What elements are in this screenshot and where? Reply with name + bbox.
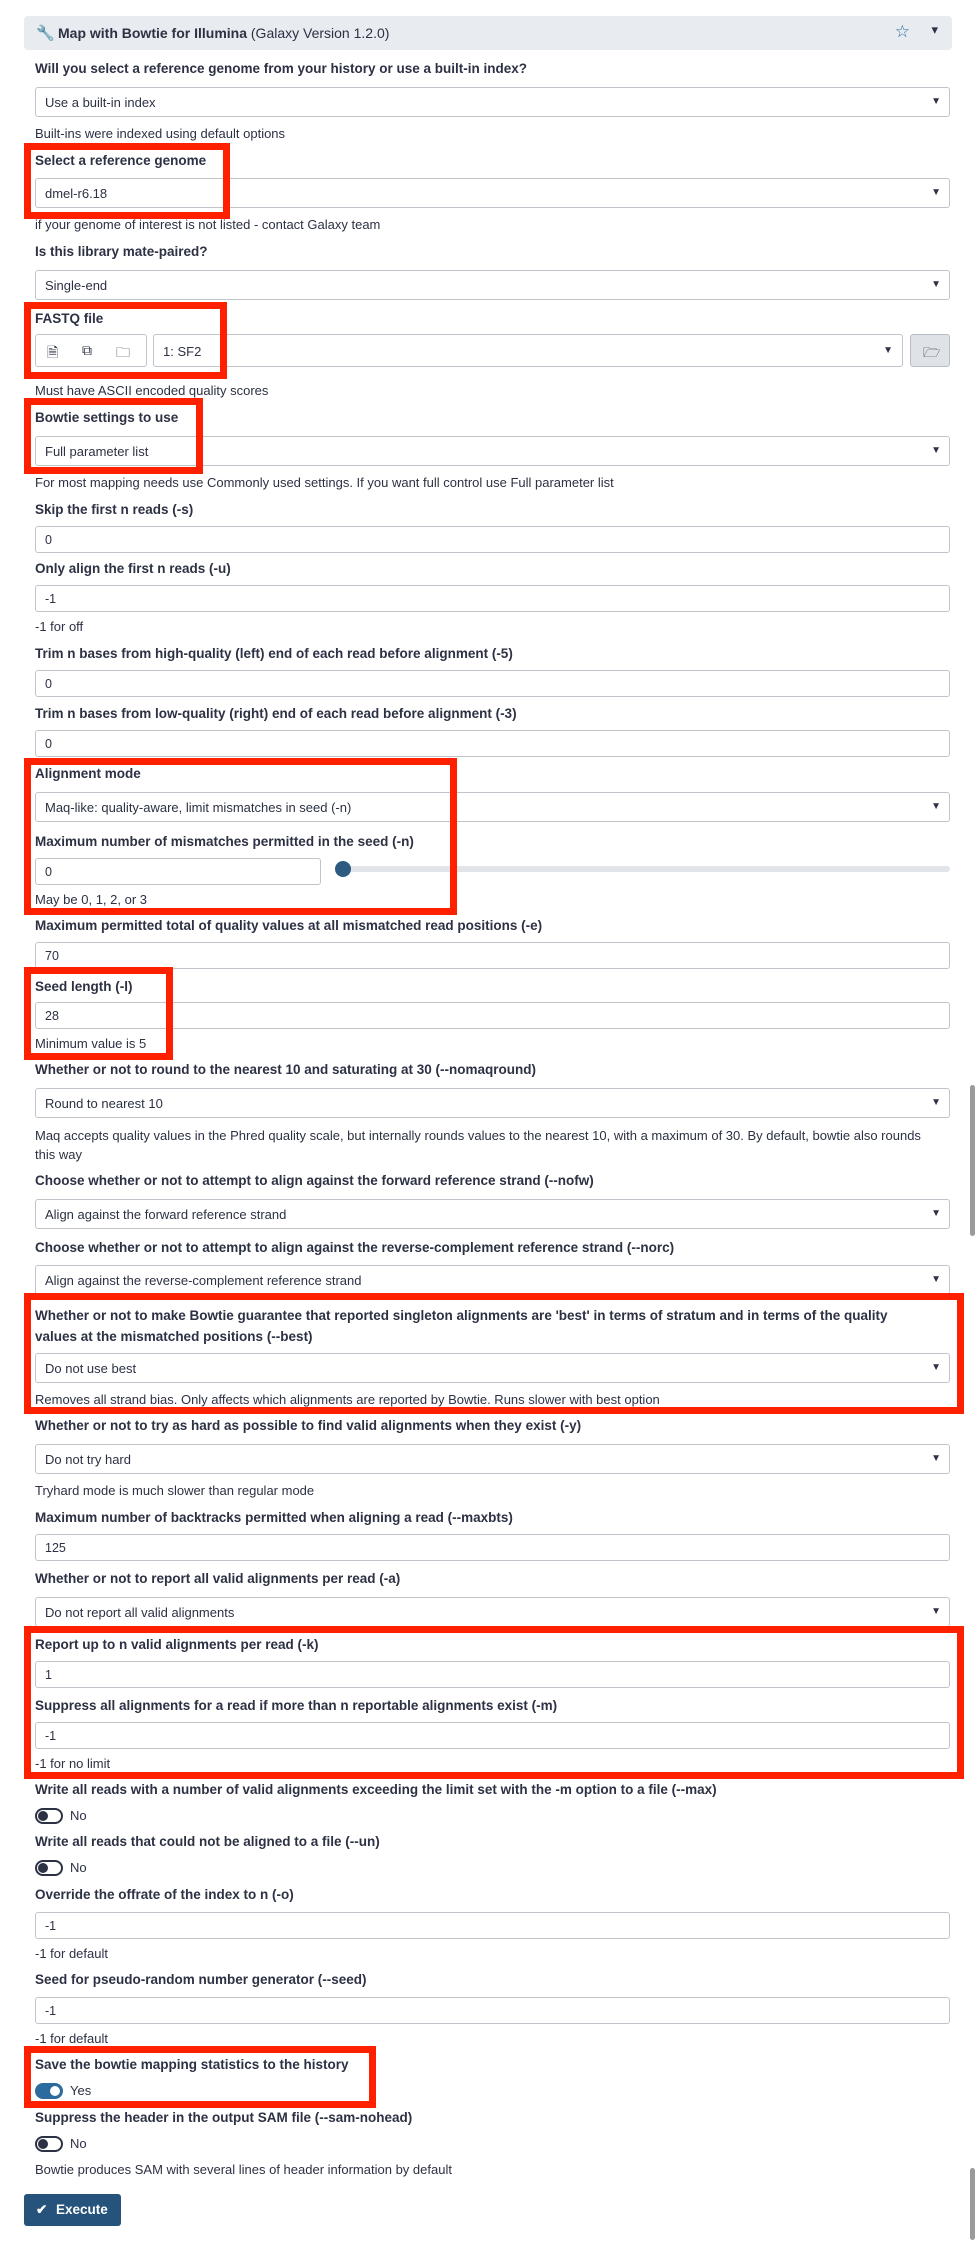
maxbts-label: Maximum number of backtracks permitted w… (35, 1510, 513, 1525)
fastq-help: Must have ASCII encoded quality scores (35, 383, 269, 398)
seed-label: Seed for pseudo-random number generator … (35, 1972, 367, 1987)
skip-label: Skip the first n reads (-s) (35, 502, 194, 517)
align-first-input[interactable]: -1 (35, 585, 950, 612)
nofw-select[interactable]: Align against the forward reference stra… (35, 1199, 950, 1229)
folder-open-icon: 🗁 (923, 344, 941, 360)
mate-paired-label: Is this library mate-paired? (35, 244, 208, 259)
tool-form: 🔧 Map with Bowtie for Illumina (Galaxy V… (0, 0, 976, 2245)
caret-down-icon: ▼ (931, 187, 941, 198)
seed-input[interactable]: -1 (35, 1997, 950, 2024)
execute-button[interactable]: ✔ Execute (24, 2194, 121, 2226)
max-toggle-label: No (70, 1808, 87, 1823)
maxbts-input[interactable]: 125 (35, 1534, 950, 1561)
all-select[interactable]: Do not report all valid alignments ▼ (35, 1597, 950, 1627)
nofw-label: Choose whether or not to attempt to alig… (35, 1173, 594, 1188)
round-select[interactable]: Round to nearest 10 ▼ (35, 1088, 950, 1118)
scrollbar-thumb[interactable] (970, 1085, 975, 1236)
tool-name: Map with Bowtie for Illumina (58, 25, 247, 41)
highlight-box (24, 143, 230, 219)
star-icon[interactable]: ☆ (895, 22, 910, 42)
round-label: Whether or not to round to the nearest 1… (35, 1062, 537, 1077)
tool-header: 🔧 Map with Bowtie for Illumina (Galaxy V… (24, 16, 952, 50)
trim5-input[interactable]: 0 (35, 670, 950, 697)
caret-down-icon: ▼ (931, 279, 941, 290)
align-first-label: Only align the first n reads (-u) (35, 561, 231, 576)
fastq-select[interactable]: 1: SF2 ▼ (153, 334, 903, 367)
highlight-box (24, 302, 227, 379)
trim5-label: Trim n bases from high-quality (left) en… (35, 646, 513, 661)
max-quality-input[interactable]: 70 (35, 942, 950, 969)
nohead-toggle[interactable] (35, 2136, 63, 2152)
wrench-icon: 🔧 (36, 25, 55, 42)
caret-down-icon[interactable]: ▾ (931, 22, 938, 38)
caret-down-icon: ▼ (931, 1453, 941, 1464)
ref-source-label: Will you select a reference genome from … (35, 61, 527, 76)
scrollbar-thumb[interactable] (970, 2168, 975, 2240)
highlight-box (24, 967, 173, 1060)
tryhard-help: Tryhard mode is much slower than regular… (35, 1483, 315, 1498)
caret-down-icon: ▼ (931, 96, 941, 107)
highlight-box (24, 398, 203, 474)
nohead-toggle-label: No (70, 2136, 87, 2151)
seed-help: -1 for default (35, 2031, 108, 2046)
highlight-box (24, 1293, 964, 1414)
mate-paired-select[interactable]: Single-end ▼ (35, 270, 950, 300)
trim3-input[interactable]: 0 (35, 730, 950, 757)
max-label: Write all reads with a number of valid a… (35, 1782, 717, 1797)
caret-down-icon: ▼ (931, 445, 941, 456)
tool-version: (Galaxy Version 1.2.0) (250, 25, 390, 41)
caret-down-icon: ▼ (931, 1274, 941, 1285)
caret-down-icon: ▼ (931, 1097, 941, 1108)
skip-input[interactable]: 0 (35, 526, 950, 553)
ref-source-select[interactable]: Use a built-in index ▼ (35, 87, 950, 117)
un-toggle[interactable] (35, 1860, 63, 1876)
round-help: Maq accepts quality values in the Phred … (35, 1128, 921, 1162)
ref-source-help: Built-ins were indexed using default opt… (35, 126, 286, 141)
tryhard-select[interactable]: Do not try hard ▼ (35, 1444, 950, 1474)
offrate-label: Override the offrate of the index to n (… (35, 1887, 294, 1902)
caret-down-icon: ▼ (931, 1606, 941, 1617)
ref-genome-help: if your genome of interest is not listed… (35, 217, 381, 232)
all-label: Whether or not to report all valid align… (35, 1571, 401, 1586)
caret-down-icon: ▼ (931, 1208, 941, 1219)
offrate-input[interactable]: -1 (35, 1912, 950, 1939)
norc-select[interactable]: Align against the reverse-complement ref… (35, 1265, 950, 1295)
nohead-label: Suppress the header in the output SAM fi… (35, 2110, 413, 2125)
offrate-help: -1 for default (35, 1946, 108, 1961)
trim3-label: Trim n bases from low-quality (right) en… (35, 706, 517, 721)
caret-down-icon: ▼ (931, 801, 941, 812)
un-toggle-label: No (70, 1860, 87, 1875)
browse-button[interactable]: 🗁 (910, 334, 950, 367)
settings-help: For most mapping needs use Commonly used… (35, 475, 614, 490)
max-toggle[interactable] (35, 1808, 63, 1824)
caret-down-icon: ▼ (883, 345, 893, 356)
check-icon: ✔ (36, 2202, 48, 2217)
tryhard-label: Whether or not to try as hard as possibl… (35, 1418, 582, 1433)
nohead-help: Bowtie produces SAM with several lines o… (35, 2162, 452, 2177)
max-quality-label: Maximum permitted total of quality value… (35, 918, 543, 933)
un-label: Write all reads that could not be aligne… (35, 1834, 380, 1849)
highlight-box (24, 2046, 376, 2108)
norc-label: Choose whether or not to attempt to alig… (35, 1240, 675, 1255)
highlight-box (24, 1626, 964, 1779)
highlight-box (24, 758, 457, 915)
align-first-help: -1 for off (35, 619, 84, 634)
